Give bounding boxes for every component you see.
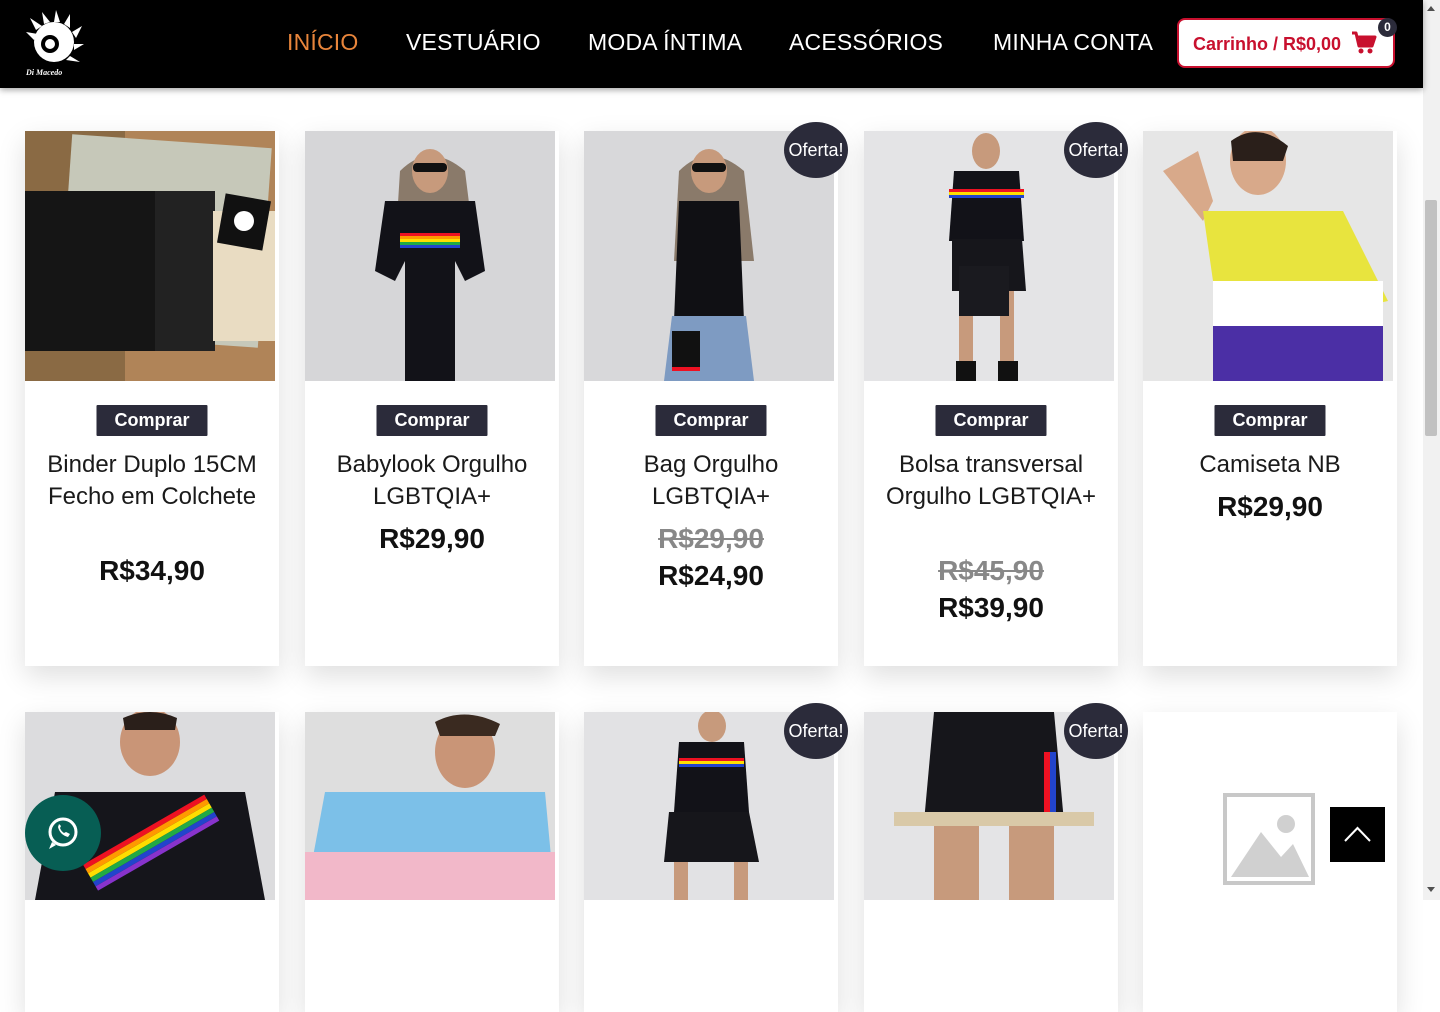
scroll-down-arrow-icon[interactable]: [1427, 887, 1435, 892]
logo-text: Di Macedo: [26, 68, 63, 77]
buy-button[interactable]: Comprar: [655, 405, 767, 436]
scroll-up-arrow-icon[interactable]: [1427, 6, 1435, 11]
cart-button[interactable]: Carrinho / R$0,00: [1177, 18, 1395, 68]
buy-button[interactable]: Comprar: [96, 405, 208, 436]
product-title[interactable]: Bag Orgulho LGBTQIA+: [594, 449, 828, 513]
product-card[interactable]: Comprar Babylook Orgulho LGBTQIA+ R$29,9…: [305, 131, 559, 666]
product-title[interactable]: Camiseta NB: [1153, 449, 1387, 481]
site-header: Di Macedo INÍCIO VESTUÁRIO MODA ÍNTIMA A…: [0, 0, 1423, 88]
nav-item-minha-conta[interactable]: MINHA CONTA: [993, 29, 1153, 56]
product-card[interactable]: Comprar Binder Duplo 15CM Fecho em Colch…: [25, 131, 279, 666]
product-old-price: R$45,90: [938, 555, 1044, 586]
scrollbar-thumb[interactable]: [1425, 200, 1437, 436]
sale-badge: Oferta!: [1064, 703, 1128, 759]
chevron-up-icon: [1344, 826, 1371, 842]
page-scrollbar[interactable]: [1423, 0, 1440, 900]
nav-item-moda-intima[interactable]: MODA ÍNTIMA: [588, 29, 742, 56]
hedgehog-logo-icon: [26, 10, 84, 62]
product-price: R$29,90: [1217, 491, 1323, 522]
buy-button[interactable]: Comprar: [376, 405, 488, 436]
product-title[interactable]: Bolsa transversal Orgulho LGBTQIA+: [874, 449, 1108, 513]
nav-item-acessorios[interactable]: ACESSÓRIOS: [789, 29, 943, 56]
product-price: R$39,90: [938, 592, 1044, 623]
product-price: R$34,90: [99, 555, 205, 586]
product-image[interactable]: [305, 712, 555, 900]
scroll-to-top-button[interactable]: [1330, 807, 1385, 862]
product-price: R$29,90: [379, 523, 485, 554]
sale-badge: Oferta!: [784, 703, 848, 759]
product-title[interactable]: Binder Duplo 15CM Fecho em Colchete: [35, 449, 269, 513]
product-card[interactable]: [584, 712, 838, 1012]
product-card[interactable]: Comprar Bag Orgulho LGBTQIA+ R$29,90 R$2…: [584, 131, 838, 666]
nav-item-vestuario[interactable]: VESTUÁRIO: [406, 29, 541, 56]
site-logo[interactable]: Di Macedo: [24, 10, 86, 80]
product-old-price: R$29,90: [658, 523, 764, 554]
product-card[interactable]: Comprar Camiseta NB R$29,90: [1143, 131, 1397, 666]
sale-badge: Oferta!: [1064, 122, 1128, 178]
product-price: R$24,90: [658, 560, 764, 591]
placeholder-image-icon: [1143, 712, 1393, 900]
whatsapp-button[interactable]: [25, 795, 101, 871]
whatsapp-icon: [48, 817, 78, 849]
cart-count-badge: 0: [1378, 18, 1397, 37]
buy-button[interactable]: Comprar: [1214, 405, 1326, 436]
sale-badge: Oferta!: [784, 122, 848, 178]
product-image[interactable]: [1143, 712, 1393, 900]
nav-item-inicio[interactable]: INÍCIO: [287, 29, 358, 56]
product-card[interactable]: [864, 712, 1118, 1012]
product-image[interactable]: [25, 131, 275, 381]
cart-label: Carrinho / R$0,00: [1193, 34, 1342, 54]
product-image[interactable]: [1143, 131, 1393, 381]
product-card[interactable]: Comprar Bolsa transversal Orgulho LGBTQI…: [864, 131, 1118, 666]
shopping-cart-icon: [1352, 31, 1377, 54]
product-title[interactable]: Babylook Orgulho LGBTQIA+: [315, 449, 549, 513]
product-card[interactable]: [305, 712, 559, 1012]
product-image[interactable]: [305, 131, 555, 381]
buy-button[interactable]: Comprar: [935, 405, 1047, 436]
